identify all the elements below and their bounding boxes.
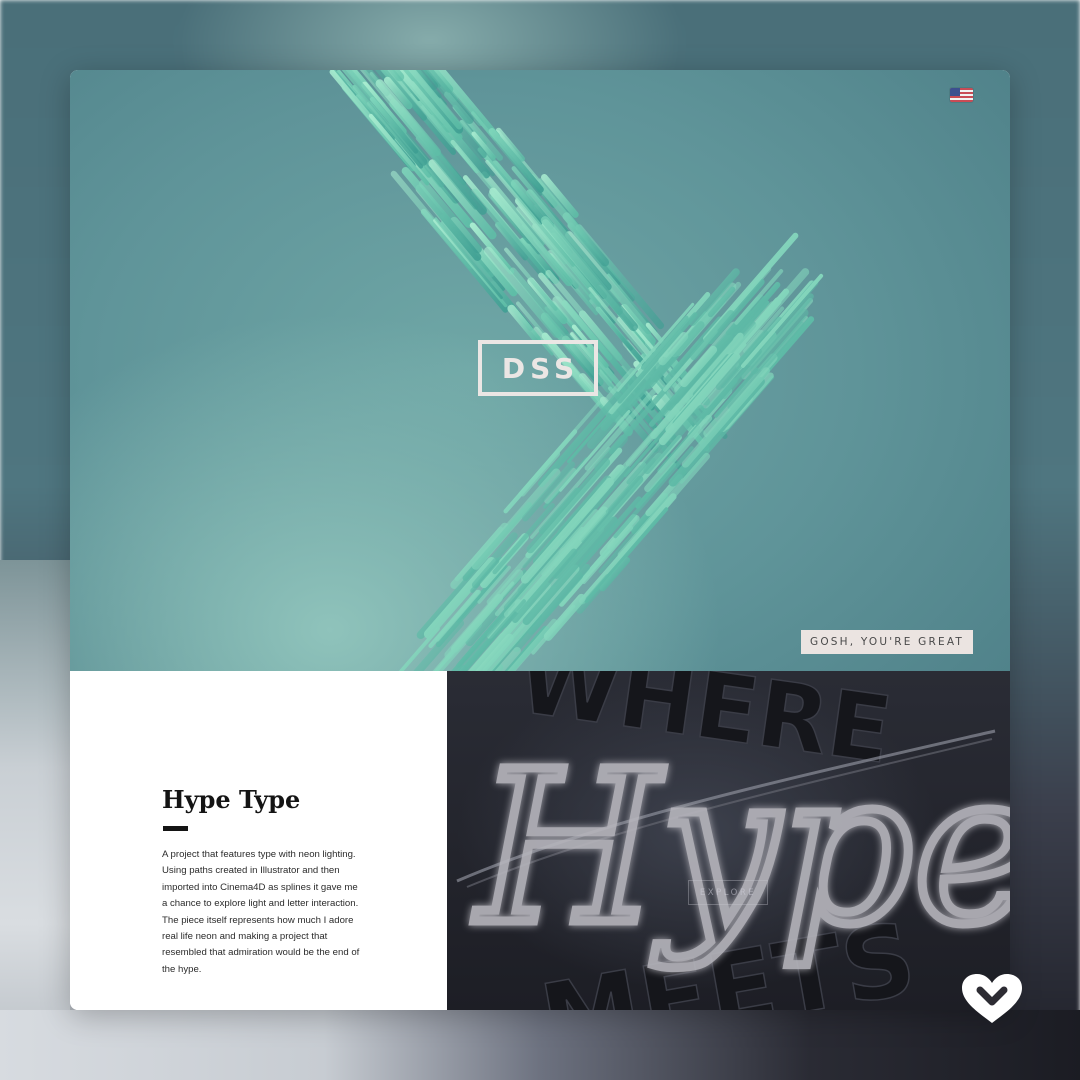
hero-section: DSS GOSH, YOU'RE GREAT [70, 70, 1010, 671]
explore-button[interactable]: EXPLORE [688, 880, 768, 905]
flag-canton [950, 88, 960, 96]
us-flag-icon[interactable] [950, 88, 973, 102]
heart-icon [962, 974, 1022, 1023]
project-thumbnail[interactable]: WHERE MEETS Hype EXPLORE [447, 671, 1010, 1010]
blurred-background-bottom [0, 1010, 1080, 1080]
like-button[interactable] [961, 973, 1023, 1025]
neon-artwork: WHERE MEETS Hype [456, 671, 1010, 1010]
tagline-text: GOSH, YOU'RE GREAT [809, 636, 965, 648]
project-title: Hype Type [162, 785, 301, 814]
logo-text: DSS [501, 351, 580, 385]
thumbnail-neon-text: Hype [473, 726, 1010, 971]
tagline-badge: GOSH, YOU'RE GREAT [801, 630, 973, 654]
blurred-background-left [0, 560, 70, 1080]
website-card: DSS GOSH, YOU'RE GREAT Hype Type A proje… [70, 70, 1010, 1010]
title-underline [163, 826, 188, 831]
explore-label: EXPLORE [699, 887, 757, 898]
project-info-panel: Hype Type A project that features type w… [70, 671, 447, 1010]
dss-logo: DSS [478, 340, 598, 396]
project-description: A project that features type with neon l… [162, 849, 360, 975]
